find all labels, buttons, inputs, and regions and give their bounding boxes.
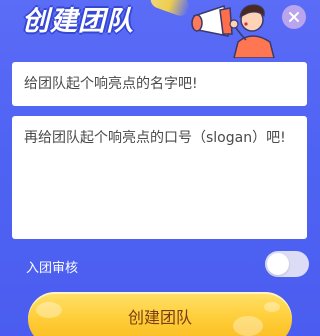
team-slogan-placeholder: 再给团队起个响亮点的口号（slogan）吧! (24, 130, 286, 146)
team-name-input[interactable]: 给团队起个响亮点的名字吧! (12, 62, 307, 106)
create-team-button-label: 创建团队 (127, 308, 192, 327)
create-team-button[interactable]: 创建团队 (28, 292, 292, 336)
sparkle-icon (148, 0, 192, 19)
team-slogan-input[interactable]: 再给团队起个响亮点的口号（slogan）吧! (12, 116, 307, 239)
team-name-placeholder: 给团队起个响亮点的名字吧! (24, 76, 198, 92)
close-icon (289, 12, 299, 22)
join-review-label: 入团审核 (26, 261, 79, 276)
toggle-knob (267, 253, 289, 275)
close-button[interactable] (282, 5, 306, 29)
dialog-title: 创建团队 (22, 6, 134, 37)
join-review-toggle[interactable] (265, 251, 309, 277)
megaphone-person-icon (191, 4, 275, 58)
create-team-dialog: 创建团队 给团队起个响亮点的名字吧! 再给团队起个响亮点的口号（slogan）吧… (0, 0, 320, 336)
